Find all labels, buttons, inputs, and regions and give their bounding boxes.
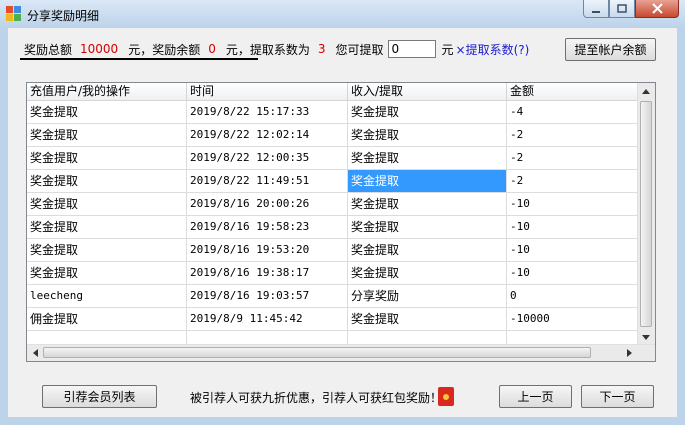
cell-user: leecheng — [27, 285, 187, 308]
reward-detail-table[interactable]: 充值用户/我的操作 时间 收入/提取 金额 奖金提取 2019/8/22 15:… — [26, 82, 656, 362]
column-header-time[interactable]: 时间 — [187, 83, 348, 101]
cell-time: 2019/8/16 20:00:26 — [187, 193, 348, 216]
horizontal-scroll-thumb[interactable] — [43, 347, 591, 358]
can-withdraw-label: 您可提取 — [335, 42, 384, 57]
cell-type: 奖金提取 — [348, 193, 507, 216]
cell-time: 2019/8/22 12:02:14 — [187, 124, 348, 147]
cell-time: 2019/8/16 19:53:20 — [187, 239, 348, 262]
withdraw-to-balance-button[interactable]: 提至帐户余额 — [565, 38, 656, 61]
cell-time: 2019/8/16 19:03:57 — [187, 285, 348, 308]
total-value: 10000 — [80, 42, 119, 56]
horizontal-scrollbar[interactable] — [27, 344, 655, 361]
reward-summary: 奖励总额 10000 元，奖励余额 0 元，提取系数为 3 您可提取 元 ×提取… — [24, 38, 529, 60]
table-row[interactable]: 奖金提取 2019/8/16 19:53:20 奖金提取 -10 — [27, 239, 639, 262]
cell-amount: -10000 — [507, 308, 639, 331]
cell-user: 奖金提取 — [27, 147, 187, 170]
cell-user: 奖金提取 — [27, 170, 187, 193]
previous-page-button[interactable]: 上一页 — [499, 385, 572, 408]
table-row[interactable]: 奖金提取 2019/8/16 19:58:23 奖金提取 -10 — [27, 216, 639, 239]
column-header-type[interactable]: 收入/提取 — [348, 83, 507, 101]
cell-amount: -10 — [507, 239, 639, 262]
cell-type: 奖金提取 — [348, 147, 507, 170]
cell-user: 奖金提取 — [27, 124, 187, 147]
scroll-right-button[interactable] — [623, 346, 637, 360]
cell-type: 奖金提取 — [348, 101, 507, 124]
client-area: 奖励总额 10000 元，奖励余额 0 元，提取系数为 3 您可提取 元 ×提取… — [8, 28, 677, 417]
close-button[interactable] — [635, 0, 679, 18]
referral-member-list-button[interactable]: 引荐会员列表 — [42, 385, 157, 408]
withdraw-amount-input[interactable] — [387, 40, 436, 58]
table-row[interactable]: 奖金提取 2019/8/22 12:02:14 奖金提取 -2 — [27, 124, 639, 147]
app-icon — [6, 6, 21, 21]
title-bar[interactable]: 分享奖励明细 — [0, 0, 685, 28]
cell-user: 佣金提取 — [27, 308, 187, 331]
cell-type-selected[interactable]: 奖金提取 — [348, 170, 507, 193]
table-body: 充值用户/我的操作 时间 收入/提取 金额 奖金提取 2019/8/22 15:… — [27, 83, 639, 347]
cell-type: 分享奖励 — [348, 285, 507, 308]
cell-user: 奖金提取 — [27, 193, 187, 216]
cell-amount: -10 — [507, 193, 639, 216]
maximize-icon — [617, 3, 627, 13]
minimize-icon — [592, 10, 600, 13]
window-controls — [583, 0, 679, 20]
scroll-left-button[interactable] — [28, 346, 42, 360]
cell-time: 2019/8/16 19:58:23 — [187, 216, 348, 239]
withdraw-unit-label: 元 — [441, 42, 454, 57]
cell-type: 奖金提取 — [348, 239, 507, 262]
coefficient-label: 元，提取系数为 — [225, 42, 310, 57]
window-title: 分享奖励明细 — [27, 9, 100, 23]
cell-type: 奖金提取 — [348, 216, 507, 239]
cell-time: 2019/8/9 11:45:42 — [187, 308, 348, 331]
cell-user: 奖金提取 — [27, 101, 187, 124]
arrow-down-icon — [642, 335, 650, 340]
total-label: 奖励总额 — [24, 42, 73, 57]
minimize-button[interactable] — [583, 0, 609, 18]
scrollbar-corner — [638, 345, 655, 361]
cell-amount: -4 — [507, 101, 639, 124]
table-row[interactable]: 奖金提取 2019/8/16 19:38:17 奖金提取 -10 — [27, 262, 639, 285]
cell-amount: -2 — [507, 147, 639, 170]
cell-user: 奖金提取 — [27, 216, 187, 239]
scroll-up-button[interactable] — [639, 84, 653, 98]
promo-text: 被引荐人可获九折优惠，引荐人可获红包奖励！ — [190, 391, 443, 405]
cell-time: 2019/8/22 12:00:35 — [187, 147, 348, 170]
arrow-right-icon — [627, 349, 632, 357]
coefficient-value: 3 — [317, 42, 326, 56]
cell-amount: -2 — [507, 124, 639, 147]
cell-user: 奖金提取 — [27, 239, 187, 262]
table-row[interactable]: leecheng 2019/8/16 19:03:57 分享奖励 0 — [27, 285, 639, 308]
cell-type: 奖金提取 — [348, 124, 507, 147]
table-row[interactable]: 奖金提取 2019/8/22 12:00:35 奖金提取 -2 — [27, 147, 639, 170]
cell-time: 2019/8/22 11:49:51 — [187, 170, 348, 193]
cell-type: 奖金提取 — [348, 308, 507, 331]
summary-underline — [20, 58, 258, 60]
balance-label: 元，奖励余额 — [128, 42, 201, 57]
table-row[interactable]: 佣金提取 2019/8/9 11:45:42 奖金提取 -10000 — [27, 308, 639, 331]
cell-user: 奖金提取 — [27, 262, 187, 285]
cell-amount: -2 — [507, 170, 639, 193]
red-packet-icon[interactable] — [438, 387, 454, 406]
arrow-up-icon — [642, 89, 650, 94]
coefficient-help-link[interactable]: ×提取系数(?) — [456, 41, 530, 58]
next-page-button[interactable]: 下一页 — [581, 385, 654, 408]
close-icon — [651, 3, 663, 14]
cell-time: 2019/8/16 19:38:17 — [187, 262, 348, 285]
column-header-user[interactable]: 充值用户/我的操作 — [27, 83, 187, 101]
cell-time: 2019/8/22 15:17:33 — [187, 101, 348, 124]
scroll-down-button[interactable] — [639, 331, 653, 345]
arrow-left-icon — [33, 349, 38, 357]
vertical-scrollbar[interactable] — [637, 83, 655, 347]
cell-amount: 0 — [507, 285, 639, 308]
vertical-scroll-thumb[interactable] — [640, 101, 652, 327]
cell-amount: -10 — [507, 262, 639, 285]
cell-type: 奖金提取 — [348, 262, 507, 285]
maximize-button[interactable] — [609, 0, 635, 18]
balance-value: 0 — [208, 42, 216, 56]
table-row[interactable]: 奖金提取 2019/8/16 20:00:26 奖金提取 -10 — [27, 193, 639, 216]
column-header-amount[interactable]: 金额 — [507, 83, 639, 101]
table-row-selected[interactable]: 奖金提取 2019/8/22 11:49:51 奖金提取 -2 — [27, 170, 639, 193]
cell-amount: -10 — [507, 216, 639, 239]
table-row[interactable]: 奖金提取 2019/8/22 15:17:33 奖金提取 -4 — [27, 101, 639, 124]
